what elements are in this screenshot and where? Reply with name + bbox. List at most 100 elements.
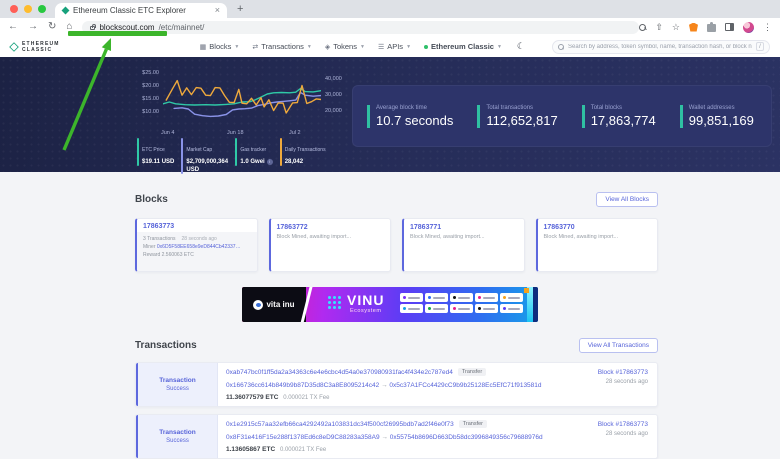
x-axis-tick: Jun 18 [227,130,244,136]
network-selector[interactable]: Ethereum Classic ▼ [424,42,502,51]
to-address-link[interactable]: 0x5c37A1FCc4429cC9b9b25128Ec5EfC71f91358… [389,382,541,389]
block-card-featured[interactable]: 17863773 3 Transactions28 seconds ago Mi… [135,218,258,272]
share-icon[interactable]: ⇧ [655,23,663,32]
ecosystem-pill[interactable] [500,293,523,302]
close-window-button[interactable] [10,5,18,13]
vinu-ad-banner[interactable]: vita inu VINU Ecosystem [242,287,538,322]
ecosystem-pill[interactable] [475,293,498,302]
y-axis-right-tick: 20,000 [325,108,342,114]
block-status: Block Mined, awaiting import... [271,233,391,241]
ecosystem-pill[interactable] [425,293,448,302]
ecosystem-pill[interactable] [425,304,448,313]
etc-price-label: ETC Price [142,147,165,153]
nav-transactions[interactable]: ⇄ Transactions ▼ [252,42,311,51]
browser-tab[interactable]: Ethereum Classic ETC Explorer × [55,3,227,18]
transaction-row[interactable]: Transaction Success 0xab747bc0f1ff5da2a3… [135,362,658,407]
block-card[interactable]: 17863770 Block Mined, awaiting import... [536,218,659,272]
transaction-hash-link[interactable]: 0xab747bc0f1ff5da2a34363c6e4e6cbc4d54a0e… [226,369,453,376]
ecosystem-pill[interactable] [450,304,473,313]
block-card[interactable]: 17863771 Block Mined, awaiting import... [402,218,525,272]
site-search[interactable]: / [552,40,770,54]
window-controls[interactable] [10,5,46,13]
view-all-transactions-button[interactable]: View All Transactions [579,338,658,353]
extensions-puzzle-icon[interactable] [707,24,716,32]
nav-blocks[interactable]: ▦ Blocks ▼ [200,42,240,51]
transaction-result: Success [166,386,189,392]
transfer-badge: Transfer [458,368,486,376]
transaction-type: Transaction [159,377,195,384]
chevron-down-icon: ▼ [406,44,411,50]
info-icon[interactable]: i [267,159,273,165]
metamask-extension-icon[interactable] [689,23,698,32]
to-address-link[interactable]: 0x55754b8696D663Db58dc3996849356c7968897… [390,434,543,441]
daily-transactions-value: 28,042 [285,158,326,166]
back-icon[interactable]: ← [8,22,18,32]
ecosystem-pill[interactable] [475,304,498,313]
stat-label: Total transactions [486,105,557,111]
stat-label: Wallet addresses [689,105,754,111]
dark-mode-toggle-icon[interactable]: ☾ [517,41,525,52]
block-reward: Reward 2.560063 ETC [143,251,251,259]
bookmark-star-icon[interactable]: ☆ [672,23,680,32]
y-axis-tick: $10.00 [137,109,159,115]
side-panel-icon[interactable] [725,23,734,31]
vita-inu-name: vita inu [266,300,294,309]
block-number-link[interactable]: 17863773 [137,219,257,232]
block-link[interactable]: Block #17863773 [574,369,648,376]
forward-icon[interactable]: → [28,22,38,32]
nav-apis[interactable]: ☰ APIs ▼ [378,42,411,51]
etc-favicon-icon [62,7,70,15]
minimize-window-button[interactable] [24,5,32,13]
browser-profile-avatar[interactable] [743,22,754,33]
vita-inu-logo-icon [253,300,263,310]
chevron-down-icon: ▼ [497,44,502,50]
transaction-hash-link[interactable]: 0x1e2915c57aa32efb66ca4292492a103831dc34… [226,421,454,428]
tab-close-icon[interactable]: × [215,6,220,15]
stat-value: 10.7 seconds [376,113,453,128]
from-address-link[interactable]: 0x166736cc614b849b9b87D35d8C3a8E8095214c… [226,382,379,389]
search-input[interactable] [568,44,752,50]
zoom-icon[interactable] [639,24,646,31]
ad-choices-marker[interactable] [524,288,529,293]
ecosystem-pill[interactable] [400,293,423,302]
market-cap-label: Market Cap [186,147,212,153]
block-number-link[interactable]: 17863771 [404,224,524,233]
ecosystem-pill[interactable] [500,304,523,313]
transaction-row[interactable]: Transaction Success 0x1e2915c57aa32efb66… [135,414,658,459]
view-all-blocks-button[interactable]: View All Blocks [596,192,658,207]
transaction-status-box: Transaction Success [136,415,218,458]
nav-tokens[interactable]: ◈ Tokens ▼ [325,42,365,51]
ecosystem-pill[interactable] [450,293,473,302]
reload-icon[interactable]: ↻ [48,22,56,32]
ad-title: VINU [347,292,384,308]
transaction-fee: 0.000021 TX Fee [280,447,326,453]
ad-edge [533,287,538,322]
transaction-type: Transaction [159,429,195,436]
market-cap-value: $2,709,000,364 USD [186,158,228,174]
ethereum-classic-logo[interactable]: ethereumclassic [10,41,60,53]
block-number-link[interactable]: 17863772 [271,224,391,233]
browser-menu-icon[interactable]: ⋮ [763,23,772,32]
blocks-section-title: Blocks [135,194,168,205]
etc-price-chip: ETC Price $19.11 USD [137,138,174,166]
average-block-time-stat: Average block time 10.7 seconds [367,105,453,128]
search-shortcut-badge: / [756,42,764,51]
transaction-result: Success [166,438,189,444]
new-tab-button[interactable]: + [237,4,243,15]
ecosystem-pill[interactable] [400,304,423,313]
miner-address-link[interactable]: 0x6D5F58EE658e9eD844Cb42337… [157,244,241,250]
hero-banner: $25.00 $20.00 $15.00 $10.00 40,000 30,00… [0,57,780,172]
from-address-link[interactable]: 0x8F31e416F15e288f1378Ed6c8eD9C88283a358… [226,434,380,441]
maximize-window-button[interactable] [38,5,46,13]
network-status-dot [424,45,428,49]
blocks-section-header: Blocks View All Blocks [135,192,658,207]
total-transactions-stat: Total transactions 112,652,817 [477,105,557,128]
browser-tab-strip: Ethereum Classic ETC Explorer × + [0,0,780,18]
block-number-link[interactable]: 17863770 [538,224,658,233]
lock-icon [90,26,95,30]
site-header: ethereumclassic ▦ Blocks ▼ ⇄ Transaction… [0,36,780,57]
search-icon [558,44,564,50]
block-card[interactable]: 17863772 Block Mined, awaiting import... [269,218,392,272]
market-cap-chip: Market Cap $2,709,000,364 USD [181,138,228,174]
block-link[interactable]: Block #17863773 [574,421,648,428]
